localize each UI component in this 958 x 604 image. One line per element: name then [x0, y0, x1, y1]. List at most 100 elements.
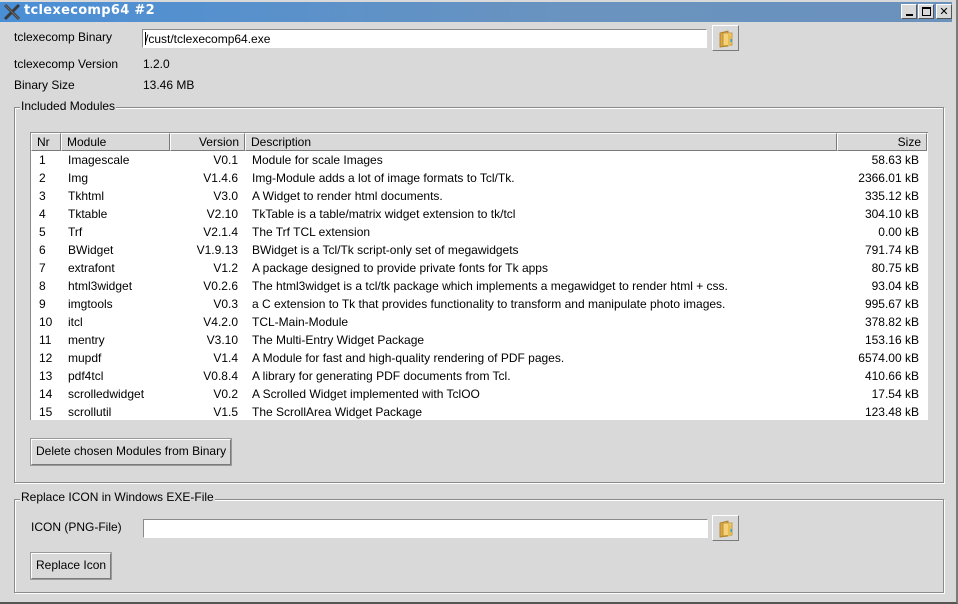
modules-group-title: Included Modules	[20, 99, 117, 113]
column-header-version[interactable]: Version	[170, 133, 245, 151]
cell-size: 2366.01 kB	[858, 171, 919, 185]
cell-nr: 15	[39, 405, 53, 419]
table-row[interactable]: 12 mupdf V1.4 A Module for fast and high-qu…	[31, 349, 927, 367]
cell-nr: 4	[39, 207, 46, 221]
cell-version: V1.4	[213, 351, 238, 365]
cell-description: Img-Module adds a lot of image formats t…	[252, 171, 515, 185]
cell-description: Module for scale Images	[252, 153, 383, 167]
cell-module: Tktable	[68, 207, 108, 221]
cell-version: V2.1.4	[203, 225, 238, 239]
cell-module: scrollutil	[68, 405, 112, 419]
table-row[interactable]: 10 itcl V4.2.0 TCL-Main-Module 378.82 kB	[31, 313, 927, 331]
cell-size: 995.67 kB	[864, 297, 919, 311]
cell-module: BWidget	[68, 243, 114, 257]
close-icon: ✕	[939, 5, 949, 18]
cell-module: Imagescale	[68, 153, 130, 167]
cell-module: html3widget	[68, 279, 133, 293]
table-row[interactable]: 2 Img V1.4.6 Img-Module adds a lot of image…	[31, 169, 927, 187]
browse-icon-button[interactable]	[712, 515, 739, 541]
cell-description: The html3widget is a tcl/tk package whic…	[252, 279, 728, 293]
cell-version: V4.2.0	[203, 315, 238, 329]
cell-module: scrolledwidget	[68, 387, 145, 401]
delete-modules-button[interactable]: Delete chosen Modules from Binary	[31, 439, 232, 465]
cell-nr: 8	[39, 279, 46, 293]
table-header: Nr Module Version Description Size	[31, 133, 927, 151]
table-row[interactable]: 13 pdf4tcl V0.8.4 A library for generating …	[31, 367, 927, 385]
column-header-module[interactable]: Module	[61, 133, 170, 151]
table-row[interactable]: 3 Tkhtml V3.0 A Widget to render html docum…	[31, 187, 927, 205]
cell-version: V0.3	[213, 297, 238, 311]
table-row[interactable]: 15 scrollutil V1.5 The ScrollArea Widget Pa…	[31, 403, 927, 421]
cell-nr: 2	[39, 171, 46, 185]
cell-description: A Widget to render html documents.	[252, 189, 443, 203]
cell-module: mupdf	[68, 351, 102, 365]
binary-path-value: /cust/tclexecomp64.exe	[145, 32, 271, 46]
column-header-nr[interactable]: Nr	[31, 133, 61, 151]
cell-module: pdf4tcl	[68, 369, 104, 383]
cell-description: The Multi-Entry Widget Package	[252, 333, 425, 347]
icon-file-input[interactable]	[143, 519, 708, 538]
cell-version: V3.10	[206, 333, 238, 347]
maximize-icon	[921, 7, 931, 16]
cell-nr: 11	[39, 333, 52, 347]
modules-table[interactable]: Nr Module Version Description Size 1 Imag…	[30, 132, 928, 420]
cell-size: 791.74 kB	[864, 243, 919, 257]
cell-version: V0.2	[213, 387, 238, 401]
title-bar[interactable]: tclexecomp64 #2 ✕	[0, 2, 952, 22]
icon-group	[14, 499, 944, 593]
folder-icon	[719, 520, 733, 538]
cell-version: V0.2.6	[203, 279, 238, 293]
version-value: 1.2.0	[143, 57, 170, 71]
cell-description: The ScrollArea Widget Package	[252, 405, 423, 419]
cell-module: mentry	[68, 333, 105, 347]
cell-size: 304.10 kB	[864, 207, 919, 221]
cell-version: V1.5	[213, 405, 238, 419]
minimize-button[interactable]	[901, 4, 917, 19]
cell-description: BWidget is a Tcl/Tk script-only set of m…	[252, 243, 519, 257]
cell-description: TCL-Main-Module	[252, 315, 349, 329]
column-header-size[interactable]: Size	[837, 133, 927, 151]
column-header-description[interactable]: Description	[245, 133, 837, 151]
table-row[interactable]: 6 BWidget V1.9.13 BWidget is a Tcl/Tk scrip…	[31, 241, 927, 259]
cell-size: 17.54 kB	[871, 387, 919, 401]
cell-size: 0.00 kB	[878, 225, 919, 239]
cell-nr: 10	[39, 315, 53, 329]
binary-path-input[interactable]: /cust/tclexecomp64.exe	[142, 29, 707, 48]
cell-nr: 5	[39, 225, 46, 239]
cell-size: 93.04 kB	[871, 279, 919, 293]
table-row[interactable]: 7 extrafont V1.2 A package designed to prov…	[31, 259, 927, 277]
cell-nr: 7	[39, 261, 46, 275]
icon-group-title: Replace ICON in Windows EXE-File	[20, 490, 215, 504]
main-window: tclexecomp64 #2 ✕ tclexecomp Binary /cus…	[0, 0, 958, 604]
cell-module: Img	[68, 171, 89, 185]
cell-nr: 14	[39, 387, 53, 401]
size-value: 13.46 MB	[143, 78, 195, 92]
size-label: Binary Size	[14, 78, 75, 92]
cell-module: imgtools	[68, 297, 113, 311]
cell-size: 123.48 kB	[864, 405, 919, 419]
table-row[interactable]: 14 scrolledwidget V0.2 A Scrolled Widget im…	[31, 385, 927, 403]
table-row[interactable]: 5 Trf V2.1.4 The Trf TCL extension 0.00 kB	[31, 223, 927, 241]
maximize-button[interactable]	[918, 4, 934, 19]
cell-description: A library for generating PDF documents f…	[252, 369, 511, 383]
cell-description: A Scrolled Widget implemented with TclOO	[252, 387, 480, 401]
cell-size: 410.66 kB	[864, 369, 919, 383]
cell-size: 80.75 kB	[871, 261, 919, 275]
cell-module: extrafont	[68, 261, 115, 275]
table-row[interactable]: 9 imgtools V0.3 a C extension to Tk that pr…	[31, 295, 927, 313]
cell-size: 153.16 kB	[864, 333, 919, 347]
table-row[interactable]: 1 Imagescale V0.1 Module for scale Images 58…	[31, 151, 927, 169]
cell-module: Tkhtml	[68, 189, 104, 203]
cell-version: V3.0	[213, 189, 238, 203]
cell-nr: 13	[39, 369, 53, 383]
app-x-icon	[3, 3, 21, 21]
replace-icon-button[interactable]: Replace Icon	[31, 553, 112, 579]
minimize-icon	[905, 14, 913, 16]
cell-version: V2.10	[206, 207, 238, 221]
table-row[interactable]: 11 mentry V3.10 The Multi-Entry Widget Pack…	[31, 331, 927, 349]
table-row[interactable]: 4 Tktable V2.10 TkTable is a table/matrix w…	[31, 205, 927, 223]
browse-binary-button[interactable]	[712, 25, 739, 51]
close-button[interactable]: ✕	[936, 4, 952, 19]
table-row[interactable]: 8 html3widget V0.2.6 The html3widget is a t…	[31, 277, 927, 295]
cell-description: a C extension to Tk that provides functi…	[252, 297, 726, 311]
